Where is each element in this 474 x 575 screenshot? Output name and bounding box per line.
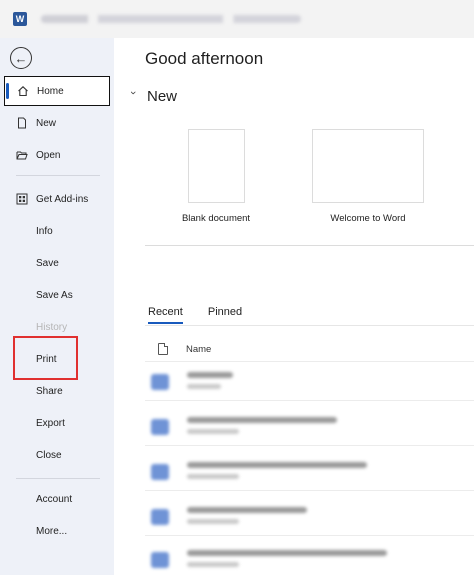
row-divider <box>145 445 474 446</box>
sidebar-item-label: History <box>36 321 68 333</box>
grid-icon <box>16 193 28 205</box>
template-label[interactable]: Welcome to Word <box>318 213 418 224</box>
sidebar-item-label: Save <box>36 257 59 269</box>
new-section-header[interactable]: › New <box>127 88 177 105</box>
sidebar-item-label: Open <box>36 149 61 161</box>
blurred-file-location <box>187 384 221 389</box>
sidebar-item-history: History <box>4 312 110 342</box>
sidebar-item-label: Save As <box>36 289 73 301</box>
sidebar-item-print[interactable]: Print <box>4 344 110 374</box>
word-document-icon <box>151 419 169 435</box>
sidebar-item-export[interactable]: Export <box>4 408 110 438</box>
sidebar-item-label: Home <box>37 85 64 97</box>
name-column-header[interactable]: Name <box>186 344 211 355</box>
backstage-main: Good afternoon › New Blank document Welc… <box>114 38 474 575</box>
row-divider <box>145 535 474 536</box>
template-blank-document[interactable] <box>188 129 245 203</box>
list-item[interactable] <box>145 364 474 400</box>
blurred-file-name <box>187 507 307 513</box>
sidebar-item-label: Share <box>36 385 63 397</box>
word-document-icon <box>151 552 169 568</box>
sidebar-item-more[interactable]: More... <box>4 516 110 546</box>
new-section-label: New <box>147 88 178 105</box>
blurred-file-location <box>187 474 239 479</box>
chevron-down-icon: › <box>127 90 139 95</box>
documents-tabs: Recent Pinned <box>148 306 267 324</box>
greeting-title: Good afternoon <box>145 49 264 68</box>
window-title-blurred <box>41 15 301 23</box>
blurred-file-location <box>187 519 239 524</box>
sidebar-item-label: More... <box>36 525 68 537</box>
list-item[interactable] <box>145 542 474 575</box>
sidebar-item-label: Get Add-ins <box>36 193 89 205</box>
new-document-icon <box>16 117 28 129</box>
back-button[interactable]: ← <box>10 47 32 69</box>
word-document-icon <box>151 374 169 390</box>
tab-recent[interactable]: Recent <box>148 306 183 324</box>
blurred-file-location <box>187 429 239 434</box>
sidebar-item-info[interactable]: Info <box>4 216 110 246</box>
sidebar-item-save[interactable]: Save <box>4 248 110 278</box>
sidebar-item-account[interactable]: Account <box>4 484 110 514</box>
sidebar-item-label: New <box>36 117 57 129</box>
sidebar-divider <box>16 478 100 479</box>
backstage-sidebar: ← Home New Open Get Add-ins Info Save Sa… <box>0 38 114 575</box>
folder-open-icon <box>16 149 28 161</box>
sidebar-item-home[interactable]: Home <box>4 76 110 106</box>
arrow-left-icon: ← <box>14 50 28 66</box>
sidebar-item-label: Print <box>36 353 57 365</box>
file-icon <box>158 343 168 355</box>
sidebar-item-label: Info <box>36 225 53 237</box>
tab-pinned[interactable]: Pinned <box>208 306 242 324</box>
sidebar-item-open[interactable]: Open <box>4 140 110 170</box>
blurred-file-name <box>187 417 337 423</box>
list-item[interactable] <box>145 454 474 490</box>
row-divider <box>145 361 474 362</box>
sidebar-item-label: Export <box>36 417 65 429</box>
word-document-icon <box>151 464 169 480</box>
sidebar-item-get-add-ins[interactable]: Get Add-ins <box>4 184 110 214</box>
word-document-icon <box>151 509 169 525</box>
list-item[interactable] <box>145 499 474 535</box>
blurred-file-name <box>187 550 387 556</box>
home-icon <box>17 85 29 97</box>
sidebar-item-label: Account <box>36 493 73 505</box>
sidebar-item-new[interactable]: New <box>4 108 110 138</box>
sidebar-item-share[interactable]: Share <box>4 376 110 406</box>
row-divider <box>145 490 474 491</box>
list-item[interactable] <box>145 409 474 445</box>
blurred-file-name <box>187 372 233 378</box>
template-welcome-to-word[interactable] <box>312 129 424 203</box>
sidebar-item-label: Close <box>36 449 62 461</box>
title-bar: W <box>0 0 474 38</box>
sidebar-item-save-as[interactable]: Save As <box>4 280 110 310</box>
sidebar-divider <box>16 175 100 176</box>
blurred-file-location <box>187 562 239 567</box>
row-divider <box>145 400 474 401</box>
list-header: Name <box>158 343 211 355</box>
section-divider <box>145 245 474 246</box>
word-logo-icon: W <box>13 12 27 26</box>
tabs-divider <box>145 325 474 326</box>
blurred-file-name <box>187 462 367 468</box>
template-label[interactable]: Blank document <box>166 213 266 224</box>
sidebar-item-close[interactable]: Close <box>4 440 110 470</box>
